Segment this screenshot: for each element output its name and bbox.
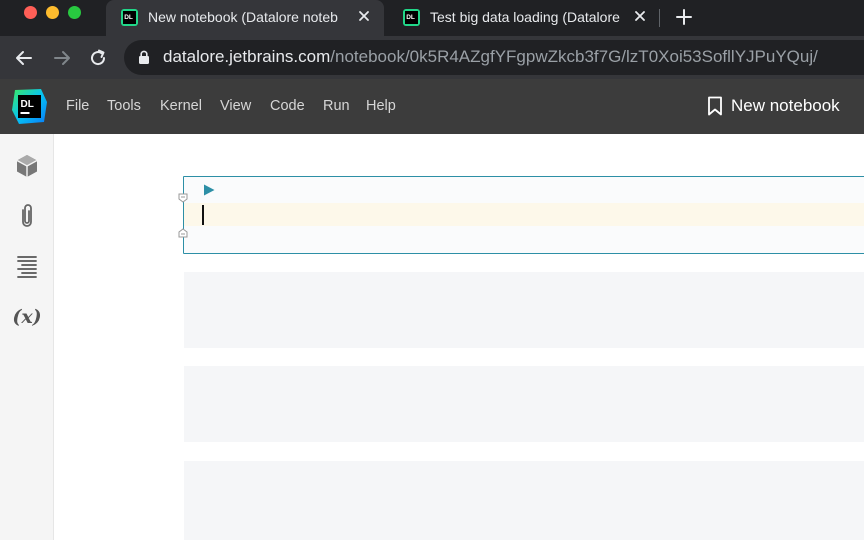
variables-icon: (x): [12, 306, 42, 328]
browser-tab-bar: DL New notebook (Datalore noteb DL Test …: [0, 0, 864, 36]
svg-text:DL: DL: [406, 14, 415, 21]
text-cursor: [202, 205, 204, 225]
menu-kernel[interactable]: Kernel: [160, 98, 202, 114]
datalore-favicon-icon: DL: [121, 9, 138, 26]
window-close-button[interactable]: [24, 6, 37, 19]
left-sidebar: (x): [0, 134, 54, 540]
browser-tab-test-big-data[interactable]: DL Test big data loading (Datalore: [388, 0, 660, 36]
datalore-favicon-icon: DL: [403, 9, 420, 26]
menu-file[interactable]: File: [66, 98, 89, 114]
menu-view[interactable]: View: [220, 98, 251, 114]
menu-help[interactable]: Help: [366, 98, 396, 114]
address-bar-url[interactable]: datalore.jetbrains.com/notebook/0k5R4AZg…: [163, 47, 818, 67]
sidebar-item-attachments[interactable]: [12, 201, 42, 231]
tab-title: Test big data loading (Datalore: [430, 9, 620, 25]
reload-icon[interactable]: [88, 48, 108, 68]
cube-icon: [16, 155, 38, 177]
notebook-title: New notebook: [731, 96, 840, 115]
code-cell-active[interactable]: [183, 176, 864, 254]
back-arrow-icon[interactable]: [14, 48, 34, 68]
code-cell[interactable]: [184, 461, 864, 540]
sidebar-item-environment[interactable]: [12, 151, 42, 181]
window-minimize-button[interactable]: [46, 6, 59, 19]
url-host: datalore.jetbrains.com: [163, 47, 331, 66]
logo-text: DL: [21, 99, 34, 110]
tab-title: New notebook (Datalore noteb: [148, 9, 338, 25]
datalore-logo-icon[interactable]: DL: [11, 88, 48, 125]
lock-icon[interactable]: [138, 50, 150, 65]
sidebar-item-outline[interactable]: [12, 251, 42, 281]
menu-tools[interactable]: Tools: [107, 98, 141, 114]
run-cell-play-icon[interactable]: [203, 184, 215, 196]
window-maximize-button[interactable]: [68, 6, 81, 19]
paperclip-icon: [22, 204, 32, 227]
notebook-title-button[interactable]: New notebook: [707, 96, 840, 116]
fold-marker-icon[interactable]: [178, 193, 188, 203]
svg-text:DL: DL: [124, 14, 133, 21]
menu-run[interactable]: Run: [323, 98, 350, 114]
sidebar-item-variables[interactable]: (x): [12, 302, 42, 332]
close-icon[interactable]: [356, 8, 372, 24]
tab-divider: [659, 9, 660, 27]
url-path: /notebook/0k5R4AZgfYFgpwZkcb3f7G/lzT0Xoi…: [330, 47, 818, 66]
new-tab-plus-icon[interactable]: [675, 8, 693, 26]
close-icon[interactable]: [632, 8, 648, 24]
current-line-highlight: [184, 203, 864, 226]
menu-code[interactable]: Code: [270, 98, 305, 114]
code-cell[interactable]: [184, 366, 864, 442]
fold-marker-icon[interactable]: [178, 228, 188, 238]
bookmark-icon: [708, 96, 722, 116]
browser-tab-new-notebook[interactable]: DL New notebook (Datalore noteb: [106, 0, 384, 36]
outline-icon: [17, 256, 37, 278]
code-cell[interactable]: [184, 272, 864, 348]
forward-arrow-icon[interactable]: [52, 48, 72, 68]
